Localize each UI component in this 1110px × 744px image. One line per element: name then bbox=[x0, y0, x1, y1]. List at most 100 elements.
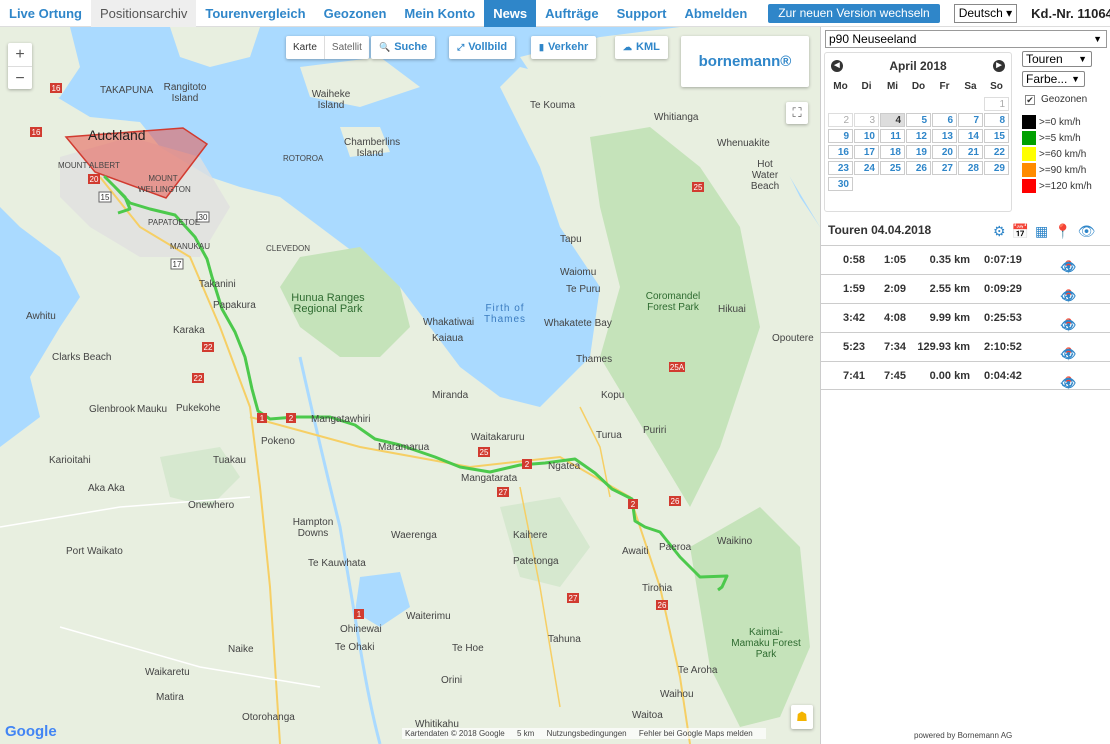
speed-legend: >=0 km/h >=5 km/h >=60 km/h >=90 km/h >=120 … bbox=[1022, 114, 1092, 194]
map-type-satellit[interactable]: Satellit bbox=[323, 36, 369, 59]
calendar-day[interactable]: 1 bbox=[984, 97, 1009, 111]
calendar-day[interactable]: 19 bbox=[906, 145, 931, 159]
calendar-next-button[interactable]: ▶ bbox=[993, 60, 1005, 72]
map-canvas[interactable]: 20 15 30 17 22 22 1 2 25 2 27 2 26 25A 2… bbox=[0, 27, 820, 744]
tour-row[interactable]: 1:59 2:09 2.55 km 0:09:29 📍 👁 〰 bbox=[821, 274, 1110, 305]
nav-auftraege[interactable]: Aufträge bbox=[536, 0, 607, 27]
calendar-day[interactable]: 29 bbox=[984, 161, 1009, 175]
calendar-day[interactable]: 5 bbox=[906, 113, 931, 127]
calendar-day[interactable]: 13 bbox=[932, 129, 957, 143]
tour-row[interactable]: 5:23 7:34 129.93 km 2:10:52 📍 👁 〰 bbox=[821, 332, 1110, 363]
tour-start-time: 3:42 bbox=[843, 312, 866, 324]
calendar-day[interactable]: 18 bbox=[880, 145, 905, 159]
calendar-empty-cell bbox=[880, 97, 905, 111]
map-type-karte[interactable]: Karte bbox=[286, 36, 324, 59]
legend-row: >=5 km/h bbox=[1022, 130, 1092, 146]
nav-positionsarchiv[interactable]: Positionsarchiv bbox=[90, 0, 197, 27]
calendar-day[interactable]: 10 bbox=[854, 129, 879, 143]
calendar-day[interactable]: 30 bbox=[828, 177, 853, 191]
calendar-day[interactable]: 8 bbox=[984, 113, 1009, 127]
color-select[interactable]: Farbe... ▼ bbox=[1022, 71, 1085, 87]
calendar-day[interactable]: 22 bbox=[984, 145, 1009, 159]
chart-line-icon[interactable]: 〰 bbox=[1061, 376, 1073, 393]
tour-distance: 2.55 km bbox=[929, 283, 970, 295]
calendar-icon[interactable]: 📅 bbox=[1012, 223, 1029, 240]
map-label-matira: Matira bbox=[156, 692, 184, 703]
fullscreen-button[interactable]: ⤢ Vollbild bbox=[449, 36, 516, 59]
calendar-day[interactable]: 21 bbox=[958, 145, 983, 159]
nav-mein-konto[interactable]: Mein Konto bbox=[395, 0, 484, 27]
calendar-empty-cell bbox=[906, 97, 931, 111]
calendar-day[interactable]: 4 bbox=[880, 113, 905, 127]
tour-row[interactable]: 3:42 4:08 9.99 km 0:25:53 📍 👁 〰 bbox=[821, 303, 1110, 334]
zoom-out-button[interactable]: − bbox=[8, 66, 32, 89]
map-label-pukekohe: Pukekohe bbox=[176, 403, 221, 414]
calendar-day[interactable]: 9 bbox=[828, 129, 853, 143]
calendar-empty-cell bbox=[932, 97, 957, 111]
vehicle-select[interactable]: p90 Neuseeland ▼ bbox=[825, 30, 1107, 48]
traffic-button[interactable]: ▮ Verkehr bbox=[531, 36, 597, 59]
calendar-day[interactable]: 15 bbox=[984, 129, 1009, 143]
google-logo[interactable]: Google bbox=[5, 723, 57, 740]
map-fullscreen-toggle[interactable]: ⛶ bbox=[786, 102, 808, 124]
calendar-day[interactable]: 23 bbox=[828, 161, 853, 175]
chevron-right-icon: ▶ bbox=[996, 62, 1002, 69]
svg-text:15: 15 bbox=[101, 193, 110, 202]
tour-start-time: 7:41 bbox=[843, 369, 866, 382]
map-label-takanini: Takanini bbox=[199, 279, 236, 290]
calendar-day[interactable]: 28 bbox=[958, 161, 983, 175]
map-type-control: Karte Satellit bbox=[286, 36, 369, 59]
eye-icon[interactable]: 👁 bbox=[1078, 223, 1096, 240]
calendar-day[interactable]: 12 bbox=[906, 129, 931, 143]
calendar-prev-button[interactable]: ◀ bbox=[831, 60, 843, 72]
terms-link[interactable]: Nutzungsbedingungen bbox=[547, 729, 627, 738]
nav-tourenvergleich[interactable]: Tourenvergleich bbox=[196, 0, 314, 27]
calendar-day[interactable]: 26 bbox=[906, 161, 931, 175]
tour-row[interactable]: 0:58 1:05 0.35 km 0:07:19 📍 👁 〰 bbox=[821, 245, 1110, 276]
calendar-day[interactable]: 6 bbox=[932, 113, 957, 127]
nav-geozonen[interactable]: Geozonen bbox=[315, 0, 396, 27]
tour-duration: 0:09:29 bbox=[984, 283, 1022, 295]
map-label-rangitoto: Rangitoto Island bbox=[163, 82, 207, 104]
tours-select[interactable]: Touren ▼ bbox=[1022, 51, 1092, 67]
calendar-weekday: So bbox=[990, 81, 1003, 92]
svg-text:16: 16 bbox=[32, 128, 41, 137]
calendar-day[interactable]: 20 bbox=[932, 145, 957, 159]
calendar-weekday: Mo bbox=[833, 81, 848, 92]
nav-news[interactable]: News bbox=[484, 0, 537, 27]
calendar-day[interactable]: 27 bbox=[932, 161, 957, 175]
svg-text:25A: 25A bbox=[670, 363, 685, 372]
kml-button[interactable]: ☁ KML bbox=[615, 36, 668, 59]
calendar-grid-icon[interactable]: ▦ bbox=[1035, 223, 1048, 240]
nav-live-ortung[interactable]: Live Ortung bbox=[0, 0, 91, 27]
top-navigation: Live Ortung Positionsarchiv Tourenvergle… bbox=[0, 0, 1110, 27]
language-select[interactable]: Deutsch ▾ bbox=[953, 3, 1018, 23]
map-label-waiomu: Waiomu bbox=[560, 267, 597, 278]
calendar-day[interactable]: 16 bbox=[828, 145, 853, 159]
streetview-pegman[interactable]: ☗ bbox=[791, 705, 813, 729]
calendar-day[interactable]: 24 bbox=[854, 161, 879, 175]
calendar-day[interactable]: 11 bbox=[880, 129, 905, 143]
svg-text:26: 26 bbox=[658, 601, 667, 610]
nav-support[interactable]: Support bbox=[608, 0, 676, 27]
calendar-day[interactable]: 7 bbox=[958, 113, 983, 127]
zoom-in-button[interactable]: + bbox=[8, 43, 32, 66]
map-label-portwaikato: Port Waikato bbox=[66, 546, 123, 557]
search-button-label: Suche bbox=[394, 41, 428, 53]
tour-row[interactable]: 7:41 7:45 0.00 km 0:04:42 📍 👁 〰 bbox=[821, 361, 1110, 393]
calendar-day[interactable]: 14 bbox=[958, 129, 983, 143]
search-button[interactable]: 🔍 Suche bbox=[371, 36, 436, 59]
calendar-day[interactable]: 17 bbox=[854, 145, 879, 159]
settings-gear-icon[interactable]: ⚙ bbox=[993, 223, 1006, 240]
calendar-weekday: Do bbox=[911, 81, 926, 92]
nav-abmelden[interactable]: Abmelden bbox=[675, 0, 756, 27]
calendar-day[interactable]: 3 bbox=[854, 113, 879, 127]
switch-version-button[interactable]: Zur neuen Version wechseln bbox=[768, 3, 940, 23]
report-error-link[interactable]: Fehler bei Google Maps melden bbox=[639, 729, 753, 738]
calendar-day[interactable]: 25 bbox=[880, 161, 905, 175]
legend-label: >=0 km/h bbox=[1039, 116, 1081, 128]
svg-text:16: 16 bbox=[52, 84, 61, 93]
calendar-day[interactable]: 2 bbox=[828, 113, 853, 127]
map-pin-icon[interactable]: 📍 bbox=[1054, 223, 1071, 240]
geozonen-checkbox[interactable]: ✔ Geozonen bbox=[1025, 94, 1087, 105]
